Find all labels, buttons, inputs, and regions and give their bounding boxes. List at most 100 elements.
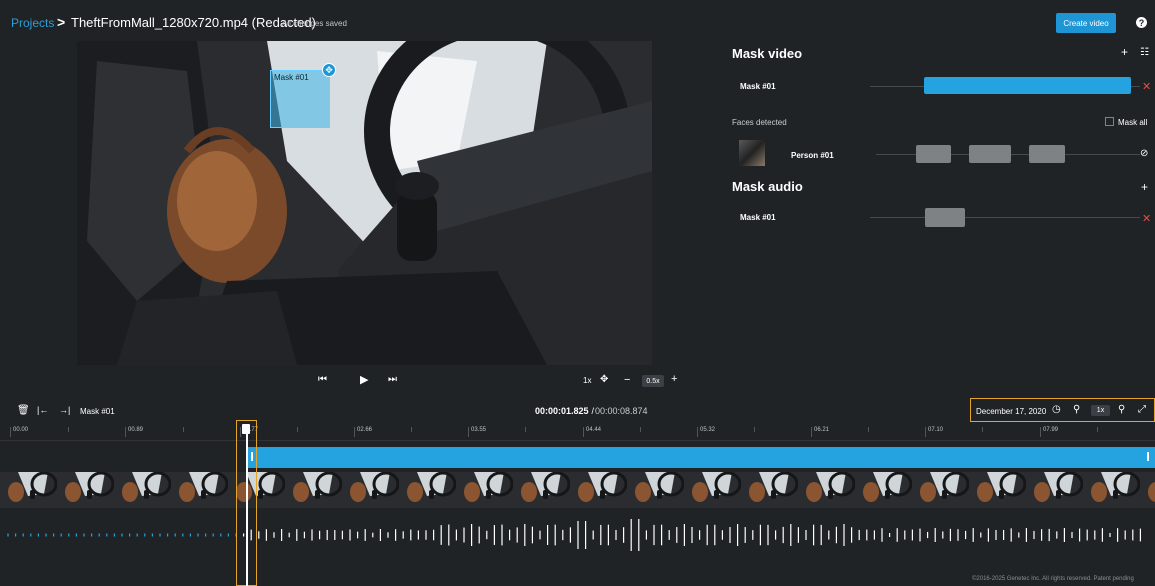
mask-video-title: Mask video: [732, 46, 803, 61]
frame-thumbnail: [342, 472, 399, 508]
set-end-icon[interactable]: →|: [59, 405, 70, 415]
move-handle-icon[interactable]: ✥: [322, 63, 336, 77]
frame-thumbnail: [0, 472, 57, 508]
help-icon[interactable]: ?: [1136, 17, 1147, 28]
timeline-ruler[interactable]: 00.00 00.89 01.77 02.66 03.55 04.44 05.3…: [0, 425, 1155, 441]
minor-tick: [525, 427, 526, 432]
tick-label: 04.44: [583, 427, 601, 437]
breadcrumb-separator: >: [57, 14, 66, 30]
timeline-mask-segment[interactable]: [247, 447, 1155, 468]
playhead-line[interactable]: [246, 430, 248, 586]
minor-tick: [1097, 427, 1098, 432]
frame-thumbnail: [456, 472, 513, 508]
audio-mask-row-label: Mask #01: [740, 213, 776, 222]
mask-audio-title: Mask audio: [732, 179, 803, 194]
segment-end-handle[interactable]: [1147, 452, 1149, 461]
skip-start-icon[interactable]: ⏮: [318, 374, 327, 385]
current-time: 00:00:01.825: [535, 406, 589, 416]
frame-thumbnail: [855, 472, 912, 508]
minor-tick: [982, 427, 983, 432]
skip-end-icon[interactable]: ⏭: [388, 374, 397, 385]
faces-detected-label: Faces detected: [732, 118, 787, 127]
tick-label: 00.89: [125, 427, 143, 437]
hide-eye-icon[interactable]: ⊘: [1140, 148, 1148, 159]
zoom-in-icon[interactable]: ⚲: [1118, 404, 1125, 415]
mask-region-label: Mask #01: [274, 73, 309, 82]
play-icon[interactable]: ▶: [360, 373, 368, 386]
frame-thumbnail: [399, 472, 456, 508]
frame-thumbnail: [1026, 472, 1083, 508]
frame-thumbnail: [57, 472, 114, 508]
filter-settings-icon[interactable]: ☷: [1140, 47, 1149, 58]
frame-thumbnail: [1083, 472, 1140, 508]
person-segment-3[interactable]: [1029, 145, 1065, 163]
delete-audio-mask-icon[interactable]: ✕: [1142, 212, 1151, 225]
add-video-mask-button[interactable]: +: [1121, 45, 1128, 59]
person-segment-2[interactable]: [969, 145, 1011, 163]
frame-thumbnail: [741, 472, 798, 508]
minor-tick: [640, 427, 641, 432]
video-mask-segment[interactable]: [924, 77, 1131, 94]
frame-thumbnail: [285, 472, 342, 508]
fit-expand-icon[interactable]: ⤢: [1138, 404, 1146, 415]
file-title: TheftFromMall_1280x720.mp4 (Redacted): [71, 15, 316, 30]
audio-mask-segment[interactable]: [925, 208, 965, 227]
clock-icon[interactable]: ◷: [1052, 404, 1061, 415]
minor-tick: [411, 427, 412, 432]
frame-thumbnail: [570, 472, 627, 508]
save-status: All changes saved: [282, 19, 347, 28]
frame-thumbnail: [1140, 472, 1155, 508]
video-frame-image: [77, 41, 652, 365]
playhead-handle[interactable]: [242, 424, 250, 434]
set-start-icon[interactable]: |←: [37, 405, 48, 415]
tick-label: 02.66: [354, 427, 372, 437]
total-time: 00:00:08.874: [595, 406, 648, 416]
recording-date: December 17, 2020: [976, 407, 1047, 416]
thumbnail-strip[interactable]: [0, 472, 1155, 508]
frame-thumbnail: [969, 472, 1026, 508]
video-mask-row-label: Mask #01: [740, 82, 776, 91]
speed-decrease-button[interactable]: −: [624, 374, 630, 386]
minor-tick: [68, 427, 69, 432]
create-video-button[interactable]: Create video: [1056, 13, 1116, 33]
person-segment-1[interactable]: [916, 145, 951, 163]
audio-mask-track: [870, 217, 1140, 218]
trash-icon[interactable]: 🗑: [17, 405, 30, 416]
zoom-out-icon[interactable]: ⚲: [1073, 404, 1080, 415]
frame-thumbnail: [912, 472, 969, 508]
audio-waveform[interactable]: [0, 515, 1155, 555]
speed-increase-button[interactable]: +: [671, 373, 677, 385]
mask-all-label: Mask all: [1118, 118, 1148, 127]
tick-label: 06.21: [811, 427, 829, 437]
pan-icon[interactable]: ✥: [600, 374, 608, 385]
frame-thumbnail: [171, 472, 228, 508]
frame-thumbnail: [684, 472, 741, 508]
frame-thumbnail: [798, 472, 855, 508]
video-preview[interactable]: [77, 41, 652, 365]
copyright-text: ©2016-2025 Genetec Inc. All rights reser…: [972, 576, 1134, 582]
delete-video-mask-icon[interactable]: ✕: [1142, 80, 1151, 93]
tick-label: 05.32: [697, 427, 715, 437]
timeline-zoom-level[interactable]: 1x: [1091, 405, 1110, 416]
timeline-mask-label: Mask #01: [80, 407, 115, 416]
person-label: Person #01: [791, 151, 834, 160]
mask-all-checkbox[interactable]: [1105, 117, 1114, 126]
playback-speed[interactable]: 0.5x: [642, 375, 664, 387]
tick-label: 07.99: [1040, 427, 1058, 437]
minor-tick: [754, 427, 755, 432]
add-audio-mask-button[interactable]: +: [1141, 180, 1148, 194]
face-thumbnail: [739, 140, 765, 166]
minor-tick: [297, 427, 298, 432]
minor-tick: [868, 427, 869, 432]
tick-label: 07.10: [925, 427, 943, 437]
mask-region-box[interactable]: Mask #01: [270, 70, 330, 128]
frame-thumbnail: [114, 472, 171, 508]
tick-label: 00.00: [10, 427, 28, 437]
top-bar: Projects > TheftFromMall_1280x720.mp4 (R…: [0, 0, 1155, 40]
minor-tick: [183, 427, 184, 432]
frame-thumbnail: [627, 472, 684, 508]
frame-thumbnail: [513, 472, 570, 508]
zoom-level[interactable]: 1x: [583, 376, 591, 385]
tick-label: 03.55: [468, 427, 486, 437]
breadcrumb-projects-link[interactable]: Projects: [11, 16, 54, 30]
